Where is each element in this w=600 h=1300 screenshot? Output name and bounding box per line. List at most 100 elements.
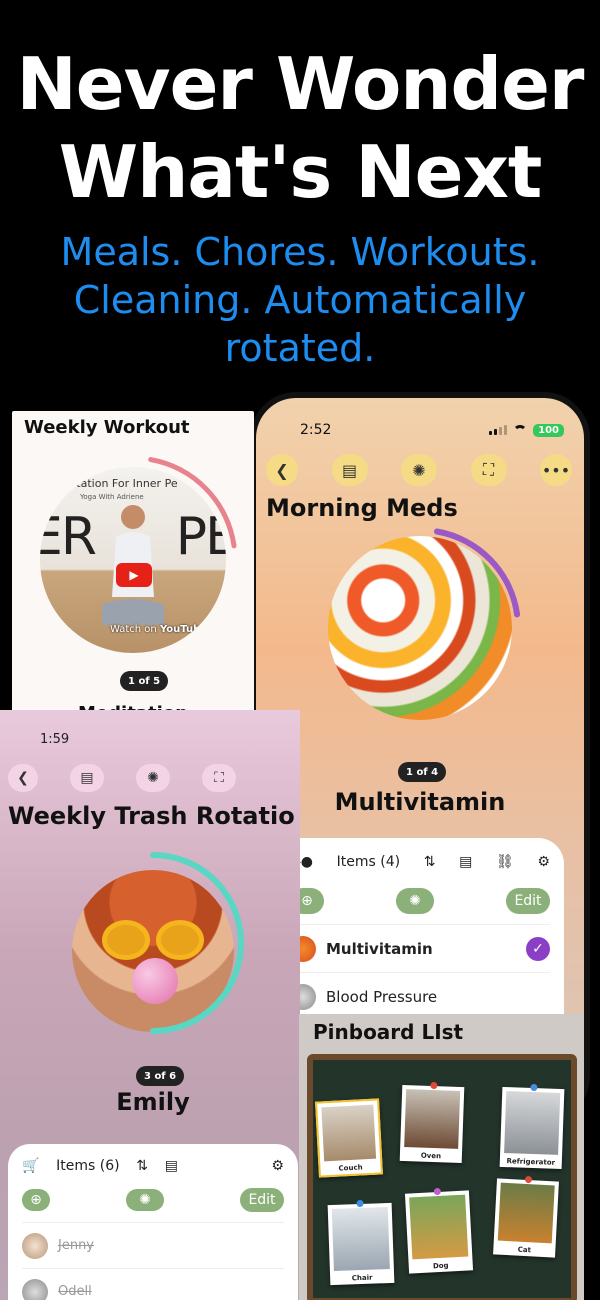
- item-label: Blood Pressure: [326, 987, 438, 1006]
- panel-header: 🛒 Items (6) ⇅ ▤ ⚙: [22, 1154, 284, 1178]
- pin-label: Dog: [432, 1261, 449, 1271]
- brain-icon: ✺: [412, 460, 426, 480]
- status-bar: 2:52 100: [300, 420, 564, 440]
- refrigerator-image: [504, 1091, 561, 1155]
- signal-icon: [489, 425, 508, 435]
- brain-button[interactable]: ✺: [401, 454, 437, 486]
- panel-header: ◆● Items (4) ⇅ ▤ ⛓ ⚙: [290, 850, 550, 874]
- brain-icon: ✺: [147, 770, 159, 786]
- status-time: 2:52: [300, 422, 332, 438]
- item-label: Jenny: [58, 1238, 95, 1253]
- subheadline: Meals. Chores. Workouts. Cleaning. Autom…: [60, 230, 540, 370]
- scan-button[interactable]: ⛶: [470, 454, 507, 486]
- pushpin-icon: [433, 1187, 442, 1196]
- card-weekly-workout: Weekly Workout Meditation For Inner Pe Y…: [12, 411, 254, 736]
- add-item-button[interactable]: ⊕: [22, 1189, 50, 1211]
- brain-button[interactable]: ✺: [136, 764, 170, 792]
- panel-actions: ⊕ ✺ Edit: [22, 1188, 284, 1212]
- ai-button[interactable]: ✺: [396, 888, 434, 914]
- dog-image: [409, 1194, 469, 1260]
- cat-image: [497, 1182, 555, 1244]
- list-icon: ▤: [341, 460, 358, 480]
- list-icon: ▤: [80, 770, 94, 786]
- pin-card[interactable]: Refrigerator: [499, 1083, 565, 1170]
- list-item[interactable]: Jenny: [22, 1222, 284, 1268]
- card-pinboard: Pinboard LIst Couch Oven Refrigerator Ch…: [299, 1014, 584, 1300]
- position-counter: 1 of 4: [398, 762, 447, 782]
- progress-ring: [28, 455, 238, 665]
- pushpin-icon: [430, 1081, 438, 1090]
- items-count: Items (6): [56, 1158, 120, 1174]
- wifi-icon: [513, 425, 528, 435]
- card-title: Weekly Workout: [24, 417, 190, 438]
- scan-button[interactable]: ⛶: [202, 764, 236, 792]
- edit-button[interactable]: Edit: [240, 1188, 284, 1212]
- chevron-left-icon: ❮: [17, 770, 29, 786]
- battery-icon: 100: [533, 423, 564, 437]
- list-item[interactable]: Multivitamin ✓: [290, 924, 550, 972]
- ellipsis-icon: •••: [541, 460, 571, 480]
- notes-button[interactable]: ▤: [331, 454, 368, 486]
- items-panel: 🛒 Items (6) ⇅ ▤ ⚙ ⊕ ✺ Edit Jenny Odell: [8, 1144, 298, 1300]
- avatar: [22, 1232, 48, 1259]
- edit-button[interactable]: Edit: [506, 888, 550, 914]
- position-counter: 1 of 5: [120, 671, 169, 691]
- couch-image: [321, 1104, 377, 1162]
- settings-icon[interactable]: ⚙: [271, 1158, 284, 1174]
- notes-icon[interactable]: ▤: [459, 854, 472, 870]
- plus-icon: ⊕: [30, 1192, 42, 1208]
- avatar: [22, 1278, 48, 1300]
- list-item[interactable]: Blood Pressure: [290, 972, 550, 1020]
- pin-card[interactable]: Chair: [327, 1199, 395, 1286]
- sort-icon[interactable]: ⇅: [424, 854, 436, 870]
- item-label: Multivitamin: [326, 939, 433, 958]
- current-item-name: Emily: [116, 1088, 190, 1116]
- status-time: 1:59: [40, 732, 70, 747]
- phone-trash-rotation: 1:59 ❮ ▤ ✺ ⛶ Weekly Trash Rotatio 3 of 6…: [0, 710, 300, 1300]
- checkmark-icon[interactable]: ✓: [526, 936, 550, 961]
- list-title: Morning Meds: [266, 494, 458, 522]
- pin-card[interactable]: Oven: [399, 1081, 465, 1164]
- pin-card[interactable]: Cat: [493, 1175, 559, 1258]
- list-item[interactable]: Odell: [22, 1268, 284, 1300]
- phone-screen: 2:52 100 ❮ ▤ ✺ ⛶ ••• Morning Meds 1 of 4…: [256, 398, 584, 1116]
- pin-card[interactable]: Dog: [404, 1187, 474, 1274]
- cart-icon: 🛒: [22, 1158, 40, 1174]
- item-label: Odell: [58, 1284, 92, 1299]
- status-icons: 100: [489, 423, 564, 437]
- link-icon[interactable]: ⛓: [496, 854, 514, 870]
- oven-image: [404, 1089, 461, 1149]
- pin-label: Couch: [338, 1163, 363, 1173]
- current-item-name: Multivitamin: [334, 788, 506, 816]
- items-count: Items (4): [336, 854, 401, 870]
- pin-card[interactable]: Couch: [315, 1098, 383, 1178]
- pin-label: Oven: [420, 1151, 442, 1161]
- back-button[interactable]: ❮: [266, 454, 298, 486]
- pushpin-icon: [524, 1175, 533, 1184]
- ai-button[interactable]: ✺: [126, 1189, 164, 1211]
- progress-ring: [62, 852, 244, 1034]
- chair-image: [331, 1207, 390, 1271]
- list-title: Weekly Trash Rotatio: [8, 802, 295, 830]
- toolbar: ❮ ▤ ✺ ⛶: [8, 762, 300, 794]
- notes-button[interactable]: ▤: [70, 764, 104, 792]
- headline: Never Wonder What's Next: [0, 40, 600, 216]
- pin-label: Cat: [517, 1245, 532, 1255]
- sort-icon[interactable]: ⇅: [136, 1158, 148, 1174]
- app-store-screenshot: Never Wonder What's Next Meals. Chores. …: [0, 0, 600, 1300]
- pushpin-icon: [356, 1199, 364, 1208]
- notes-icon[interactable]: ▤: [165, 1158, 178, 1174]
- headline-line-1: Never Wonder: [16, 42, 585, 126]
- pin-label: Chair: [351, 1273, 373, 1283]
- progress-ring: [319, 527, 521, 729]
- brain-icon: ✺: [409, 893, 421, 909]
- more-button[interactable]: •••: [540, 454, 572, 486]
- corkboard: Couch Oven Refrigerator Chair Dog Cat: [307, 1054, 577, 1300]
- card-title: Pinboard LIst: [313, 1020, 464, 1044]
- panel-actions: ⊕ ✺ Edit: [290, 888, 550, 914]
- scan-icon: ⛶: [214, 770, 224, 786]
- chevron-left-icon: ❮: [275, 460, 289, 480]
- settings-icon[interactable]: ⚙: [537, 854, 550, 870]
- brain-icon: ✺: [139, 1192, 151, 1208]
- back-button[interactable]: ❮: [8, 764, 38, 792]
